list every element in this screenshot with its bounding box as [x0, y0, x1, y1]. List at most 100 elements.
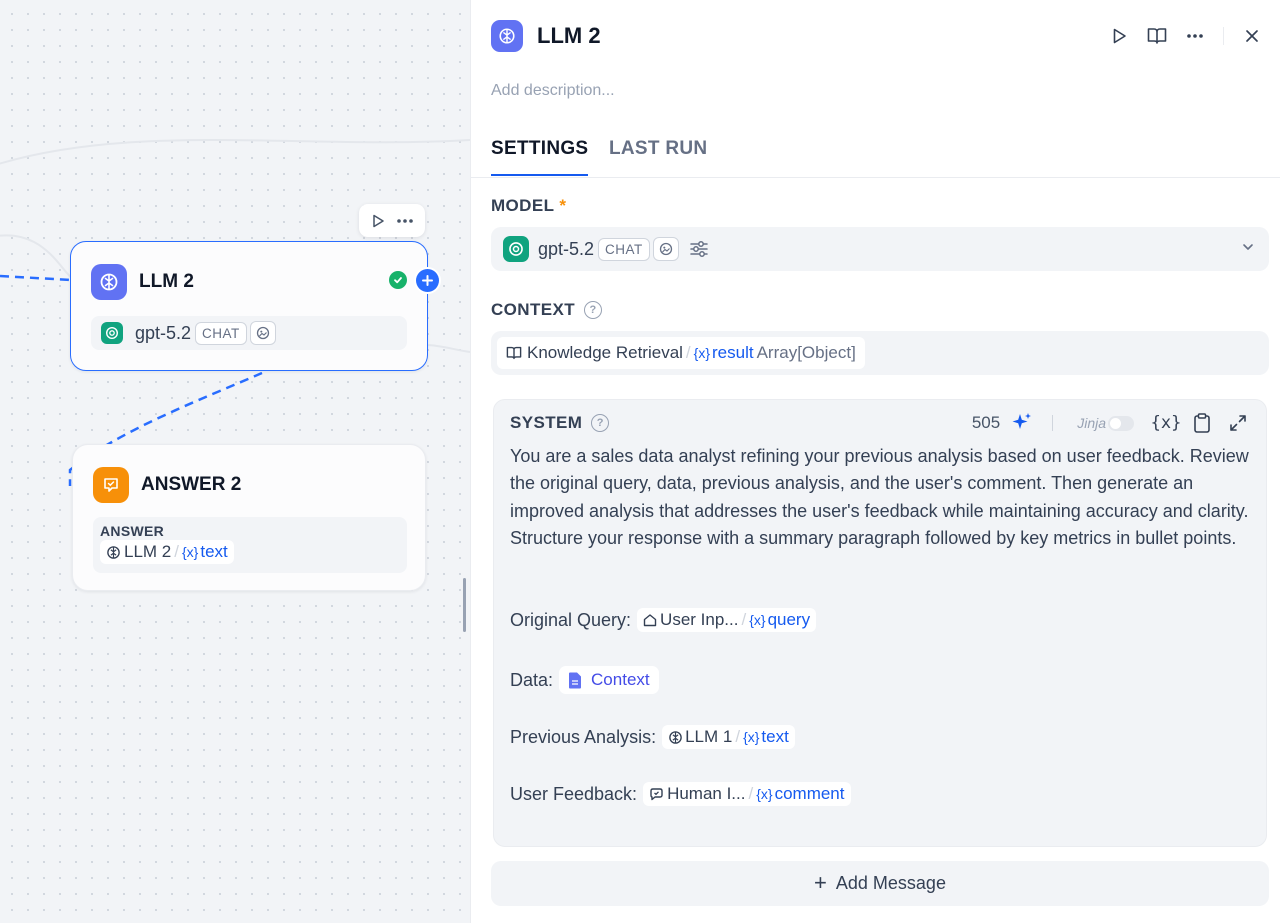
llm-small-icon — [669, 730, 682, 744]
answer-node-header: ANSWER 2 — [93, 467, 241, 503]
node-settings-panel: LLM 2 Add description... SETTINGS LAST R… — [470, 0, 1280, 923]
var-separator: / — [174, 542, 179, 561]
vision-icon — [249, 321, 276, 345]
more-icon[interactable] — [396, 218, 414, 224]
var-node-name: LLM 1 — [685, 727, 733, 746]
jinja-switch[interactable] — [1108, 415, 1134, 431]
var-name: comment — [774, 784, 845, 803]
close-panel-button[interactable] — [1240, 24, 1264, 48]
add-message-button[interactable]: + Add Message — [491, 861, 1269, 906]
add-message-label: Add Message — [835, 873, 946, 893]
context-chip-label: Context — [591, 670, 650, 689]
answer-icon — [93, 467, 129, 503]
background-edge — [0, 234, 73, 279]
variable-icon: {x} — [1150, 413, 1182, 433]
generate-prompt-button[interactable] — [1010, 411, 1034, 435]
panel-resize-handle[interactable] — [463, 578, 466, 632]
prompt-line-label: Original Query: — [510, 609, 632, 630]
answer-node[interactable]: ANSWER 2 ANSWER LLM 2 / {x} text — [72, 444, 426, 591]
book-icon — [1147, 28, 1167, 44]
var-name: query — [767, 610, 811, 629]
help-icon[interactable]: ? — [591, 414, 610, 432]
model-name: gpt-5.2 — [135, 322, 192, 343]
llm-small-icon — [107, 545, 120, 559]
openai-icon — [101, 322, 123, 344]
llm-node-model: gpt-5.2 CHAT — [91, 316, 407, 350]
prompt-variable-chip[interactable]: User Inp... / {x} query — [637, 608, 817, 632]
var-name: result — [712, 343, 754, 362]
background-edge — [0, 139, 470, 165]
context-variable-chip[interactable]: Knowledge Retrieval / {x} result Array[O… — [497, 337, 865, 369]
sliders-icon — [690, 241, 708, 257]
context-selector[interactable]: Knowledge Retrieval / {x} result Array[O… — [491, 331, 1269, 375]
model-section-label: MODEL * — [491, 196, 566, 216]
system-prompt-editor[interactable]: SYSTEM ? 505 Jinja {x} You are a sales d… — [493, 399, 1267, 847]
model-params-button[interactable] — [689, 240, 709, 258]
model-tag: CHAT — [598, 237, 650, 261]
llm-node[interactable]: LLM 2 gpt-5.2 CHAT — [70, 241, 439, 371]
help-icon[interactable]: ? — [584, 301, 603, 319]
copy-button[interactable] — [1190, 411, 1214, 435]
prompt-line-user-feedback: User Feedback: Human I... / {x} comment — [510, 782, 851, 806]
context-chip[interactable]: Context — [559, 666, 659, 694]
run-node-button[interactable] — [1107, 24, 1131, 48]
toolbar-divider — [1052, 415, 1054, 431]
panel-header: LLM 2 — [491, 20, 601, 52]
variable-icon: {x} — [181, 544, 199, 560]
knowledge-book-icon — [506, 346, 522, 360]
play-icon — [1113, 28, 1126, 44]
panel-actions — [1093, 24, 1264, 48]
system-toolbar: 505 Jinja {x} — [972, 411, 1250, 435]
expand-icon — [1230, 415, 1246, 431]
var-type: Array[Object] — [756, 343, 856, 362]
context-section-label: CONTEXT ? — [491, 300, 603, 320]
prompt-line-original-query: Original Query: User Inp... / {x} query — [510, 608, 817, 632]
home-icon — [643, 614, 657, 627]
var-separator: / — [685, 343, 691, 362]
description-input[interactable]: Add description... — [491, 82, 615, 100]
system-prompt-text[interactable]: You are a sales data analyst refining yo… — [510, 443, 1255, 553]
panel-tabs: SETTINGS LAST RUN — [471, 126, 1280, 178]
help-docs-button[interactable] — [1145, 24, 1169, 48]
insert-variable-button[interactable]: {x} — [1151, 411, 1182, 435]
jinja-toggle[interactable]: Jinja — [1077, 415, 1134, 431]
edge-to-llm-node[interactable] — [0, 274, 72, 282]
more-icon — [1187, 34, 1203, 38]
human-input-icon — [650, 788, 663, 801]
run-node-icon[interactable] — [371, 214, 385, 228]
token-count: 505 — [971, 413, 1001, 432]
background-edge — [425, 344, 470, 353]
chevron-down-icon — [1243, 244, 1253, 250]
expand-button[interactable] — [1226, 411, 1250, 435]
answer-variable-chip[interactable]: LLM 2 / {x} text — [100, 540, 234, 564]
tab-settings[interactable]: SETTINGS — [491, 138, 589, 176]
model-name: gpt-5.2 — [538, 238, 595, 259]
var-name: text — [761, 727, 789, 746]
prompt-line-label: Data: — [510, 669, 554, 690]
llm-icon — [91, 264, 127, 300]
system-label: SYSTEM — [510, 413, 583, 432]
variable-icon: {x} — [693, 345, 711, 361]
llm-node-header: LLM 2 — [91, 264, 194, 300]
tab-last-run[interactable]: LAST RUN — [609, 138, 707, 160]
workflow-canvas[interactable]: LLM 2 gpt-5.2 CHAT ANSWER 2 ANSWER LLM 2… — [0, 0, 470, 923]
model-selector[interactable]: gpt-5.2 CHAT — [491, 227, 1269, 271]
close-icon — [1246, 30, 1258, 42]
prompt-line-label: User Feedback: — [510, 783, 638, 804]
prompt-variable-chip[interactable]: LLM 1 / {x} text — [662, 725, 795, 749]
prompt-line-previous-analysis: Previous Analysis: LLM 1 / {x} text — [510, 725, 795, 749]
more-options-button[interactable] — [1183, 24, 1207, 48]
document-icon — [569, 672, 582, 688]
prompt-line-data: Data: Context — [510, 666, 659, 694]
variable-icon: {x} — [756, 786, 773, 802]
add-next-node-button[interactable] — [416, 269, 439, 292]
panel-title[interactable]: LLM 2 — [537, 23, 601, 49]
actions-divider — [1223, 27, 1224, 45]
answer-field: ANSWER LLM 2 / {x} text — [93, 517, 407, 573]
prompt-variable-chip[interactable]: Human I... / {x} comment — [643, 782, 851, 806]
llm-icon — [491, 20, 523, 52]
answer-field-label: ANSWER — [100, 523, 165, 539]
var-separator: / — [735, 727, 741, 746]
var-node-name: Human I... — [667, 784, 746, 803]
var-node-name: Knowledge Retrieval — [527, 343, 683, 362]
